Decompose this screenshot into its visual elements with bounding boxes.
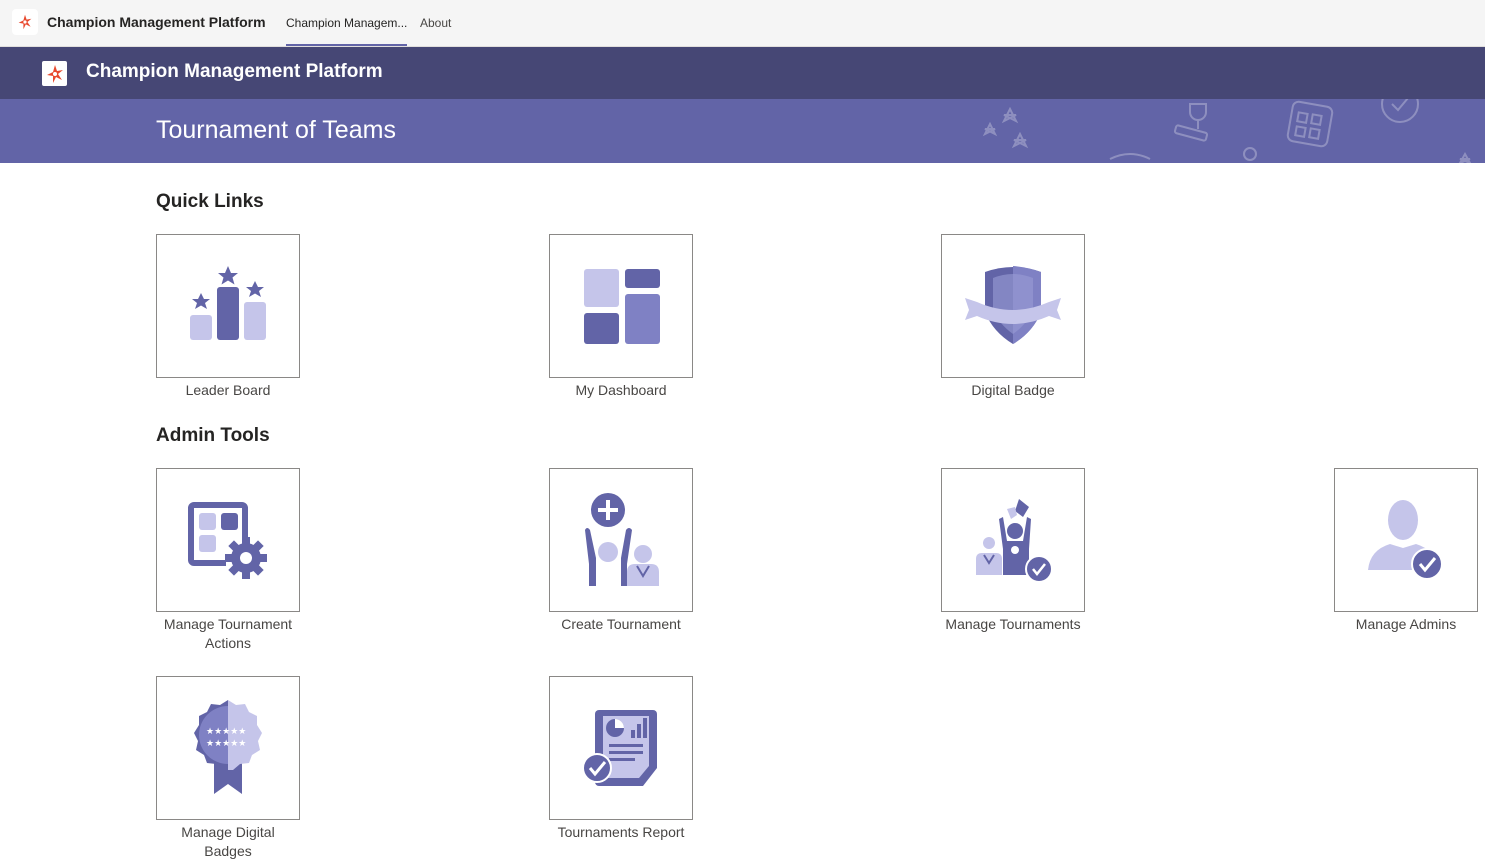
digital-badge-label: Digital Badge [971, 382, 1055, 398]
manage-admins-link[interactable]: Manage Admins [1334, 468, 1478, 634]
app-header: Champion Management Platform [0, 47, 1485, 99]
leaderboard-icon [190, 266, 266, 340]
my-dashboard-link[interactable]: My Dashboard [549, 234, 693, 400]
app-logo-icon[interactable] [12, 9, 38, 35]
tab-champion-management[interactable]: Champion Managem... [286, 0, 407, 46]
page-title: Tournament of Teams [156, 116, 396, 144]
quick-links-heading: Quick Links [156, 191, 264, 212]
manage-digital-badges-tile[interactable]: ★★★★★ ★★★★★ [156, 676, 300, 820]
leader-board-tile[interactable] [156, 234, 300, 378]
teams-top-bar: Champion Management Platform Champion Ma… [0, 0, 1485, 47]
tournaments-report-link[interactable]: Tournaments Report [549, 676, 693, 842]
manage-digital-badges-label: Manage Digital Badges [181, 824, 275, 859]
manage-actions-icon [188, 502, 267, 579]
my-dashboard-tile[interactable] [549, 234, 693, 378]
leader-board-label: Leader Board [185, 382, 271, 398]
manage-tournament-actions-link[interactable]: Manage Tournament Actions [156, 468, 300, 653]
manage-tournaments-link[interactable]: Manage Tournaments [941, 468, 1085, 634]
create-tournament-icon [585, 493, 659, 586]
badge-icon [965, 266, 1061, 344]
create-tournament-label: Create Tournament [561, 616, 681, 632]
tournaments-report-label: Tournaments Report [557, 824, 685, 840]
manage-tournaments-icon [976, 499, 1053, 583]
app-name: Champion Management Platform [47, 14, 266, 30]
admin-tools-heading: Admin Tools [156, 425, 270, 446]
svg-text:★★★★★: ★★★★★ [206, 727, 246, 737]
leader-board-link[interactable]: Leader Board [156, 234, 300, 400]
digital-badge-link[interactable]: Digital Badge [941, 234, 1085, 400]
report-icon [582, 710, 657, 786]
platform-title: Champion Management Platform [86, 61, 383, 82]
manage-tournament-actions-tile[interactable] [156, 468, 300, 612]
platform-logo-icon [42, 61, 67, 86]
manage-admins-tile[interactable] [1334, 468, 1478, 612]
manage-digital-badges-link[interactable]: ★★★★★ ★★★★★ Manage Digital Badges [156, 676, 300, 861]
my-dashboard-label: My Dashboard [575, 382, 667, 398]
svg-text:★★★★★: ★★★★★ [206, 739, 246, 749]
tournaments-report-tile[interactable] [549, 676, 693, 820]
manage-tournament-actions-label: Manage Tournament Actions [163, 616, 293, 651]
banner-decoration-icon [982, 99, 1472, 163]
digital-badge-tile[interactable] [941, 234, 1085, 378]
create-tournament-tile[interactable] [549, 468, 693, 612]
dashboard-icon [584, 269, 660, 344]
manage-admins-icon [1368, 500, 1443, 580]
manage-tournaments-label: Manage Tournaments [945, 616, 1081, 632]
page-banner: Tournament of Teams [0, 99, 1485, 163]
create-tournament-link[interactable]: Create Tournament [549, 468, 693, 634]
tab-about[interactable]: About [420, 0, 451, 46]
manage-tournaments-tile[interactable] [941, 468, 1085, 612]
manage-admins-label: Manage Admins [1355, 616, 1457, 632]
manage-badges-icon: ★★★★★ ★★★★★ [194, 700, 262, 794]
